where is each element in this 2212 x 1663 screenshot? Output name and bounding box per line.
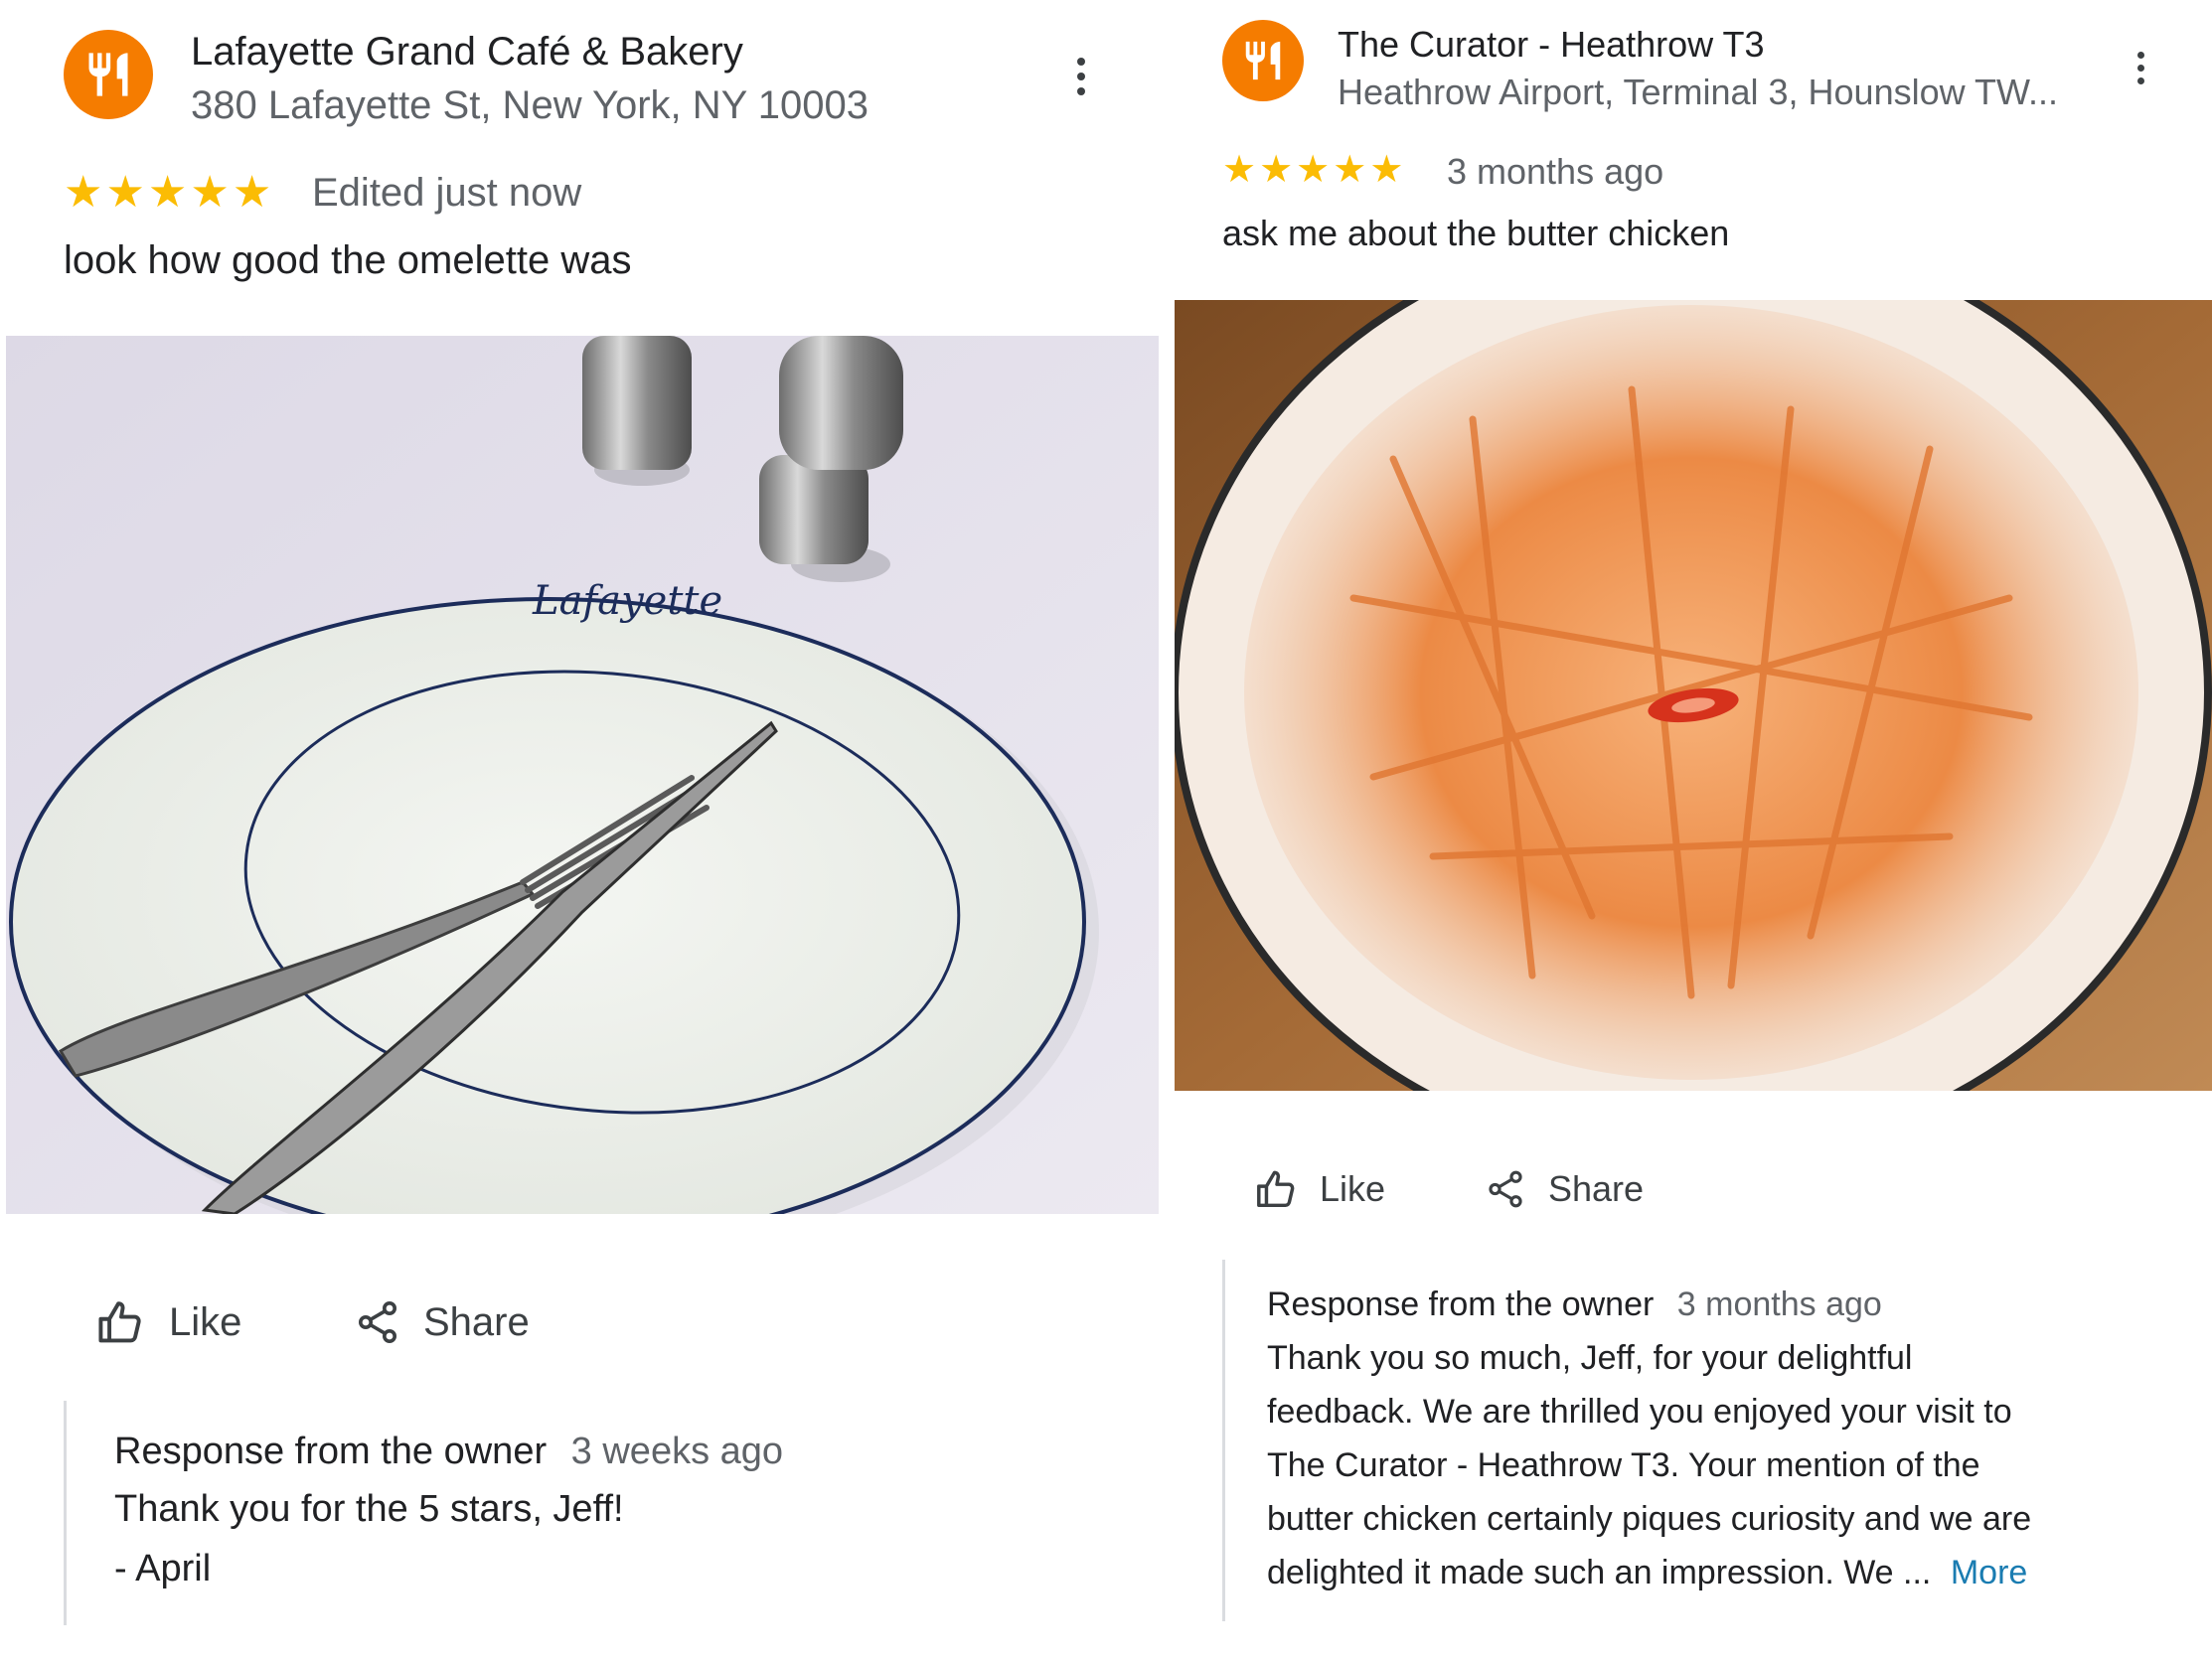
owner-response-line: butter chicken certainly piques curiosit… (1267, 1500, 2032, 1538)
star-icon: ★ (1222, 149, 1257, 191)
review-text: ask me about the butter chicken (1222, 213, 1730, 253)
star-icon: ★ (1369, 149, 1404, 191)
star-icon: ★ (232, 168, 272, 217)
like-button[interactable]: Like (1254, 1163, 1385, 1215)
owner-response-line-last: delighted it made such an impression. We… (1267, 1554, 2027, 1592)
like-label: Like (1320, 1168, 1386, 1209)
review-time: Edited just now (312, 171, 582, 215)
owner-response-title: Response from the owner (114, 1431, 548, 1472)
owner-response-line: The Curator - Heathrow T3. Your mention … (1267, 1446, 1980, 1484)
place-name[interactable]: Lafayette Grand Café & Bakery (191, 30, 743, 75)
owner-response-truncated-text: delighted it made such an impression. We… (1267, 1554, 1932, 1591)
star-icon: ★ (1333, 149, 1367, 191)
owner-response-line: Thank you so much, Jeff, for your deligh… (1267, 1339, 1913, 1377)
owner-response-time: 3 weeks ago (570, 1431, 784, 1472)
star-rating: ★ ★ ★ ★ ★ (64, 169, 271, 217)
like-label: Like (169, 1299, 242, 1344)
review-card-curator: The Curator - Heathrow T3 Heathrow Airpo… (1173, 0, 2212, 1663)
star-icon: ★ (1296, 149, 1331, 191)
owner-response-line: Thank you for the 5 stars, Jeff! (114, 1488, 624, 1530)
restaurant-icon (64, 30, 153, 119)
share-button[interactable]: Share (1485, 1163, 1644, 1215)
more-options-icon[interactable] (1069, 58, 1093, 95)
thumb-up-icon (1257, 1170, 1295, 1208)
restaurant-icon (1222, 20, 1304, 101)
star-rating: ★ ★ ★ ★ ★ (1222, 149, 1403, 191)
share-icon (359, 1301, 396, 1343)
star-icon: ★ (147, 168, 188, 217)
owner-response-title: Response from the owner (1267, 1285, 1655, 1323)
share-icon (1489, 1170, 1522, 1208)
share-label: Share (1548, 1168, 1645, 1209)
star-icon: ★ (190, 168, 230, 217)
review-photo[interactable]: Lafayette (6, 336, 1159, 1214)
more-link[interactable]: More (1951, 1554, 2027, 1591)
more-options-icon[interactable] (2129, 52, 2152, 84)
place-address: 380 Lafayette St, New York, NY 10003 (191, 83, 869, 127)
star-icon: ★ (105, 168, 145, 217)
review-text: look how good the omelette was (64, 238, 632, 282)
star-icon: ★ (64, 168, 103, 217)
owner-response-time: 3 months ago (1676, 1285, 1882, 1323)
thumb-up-icon (98, 1301, 141, 1343)
review-time: 3 months ago (1447, 151, 1664, 192)
review-card-lafayette: Lafayette Grand Café & Bakery 380 Lafaye… (0, 0, 1173, 1663)
review-photo[interactable] (1175, 300, 2212, 1091)
share-button[interactable]: Share (354, 1294, 530, 1350)
share-label: Share (423, 1299, 530, 1344)
like-button[interactable]: Like (95, 1294, 241, 1350)
star-icon: ★ (1259, 149, 1294, 191)
place-name[interactable]: The Curator - Heathrow T3 (1338, 24, 1765, 66)
owner-response-line: - April (114, 1548, 212, 1589)
owner-response: Response from the owner 3 months ago Tha… (1222, 1260, 2199, 1621)
owner-response-line: feedback. We are thrilled you enjoyed yo… (1267, 1393, 2012, 1431)
owner-response: Response from the owner 3 weeks ago Than… (64, 1401, 1120, 1625)
svg-text:Lafayette: Lafayette (532, 578, 722, 624)
place-address: Heathrow Airport, Terminal 3, Hounslow T… (1338, 72, 2058, 112)
